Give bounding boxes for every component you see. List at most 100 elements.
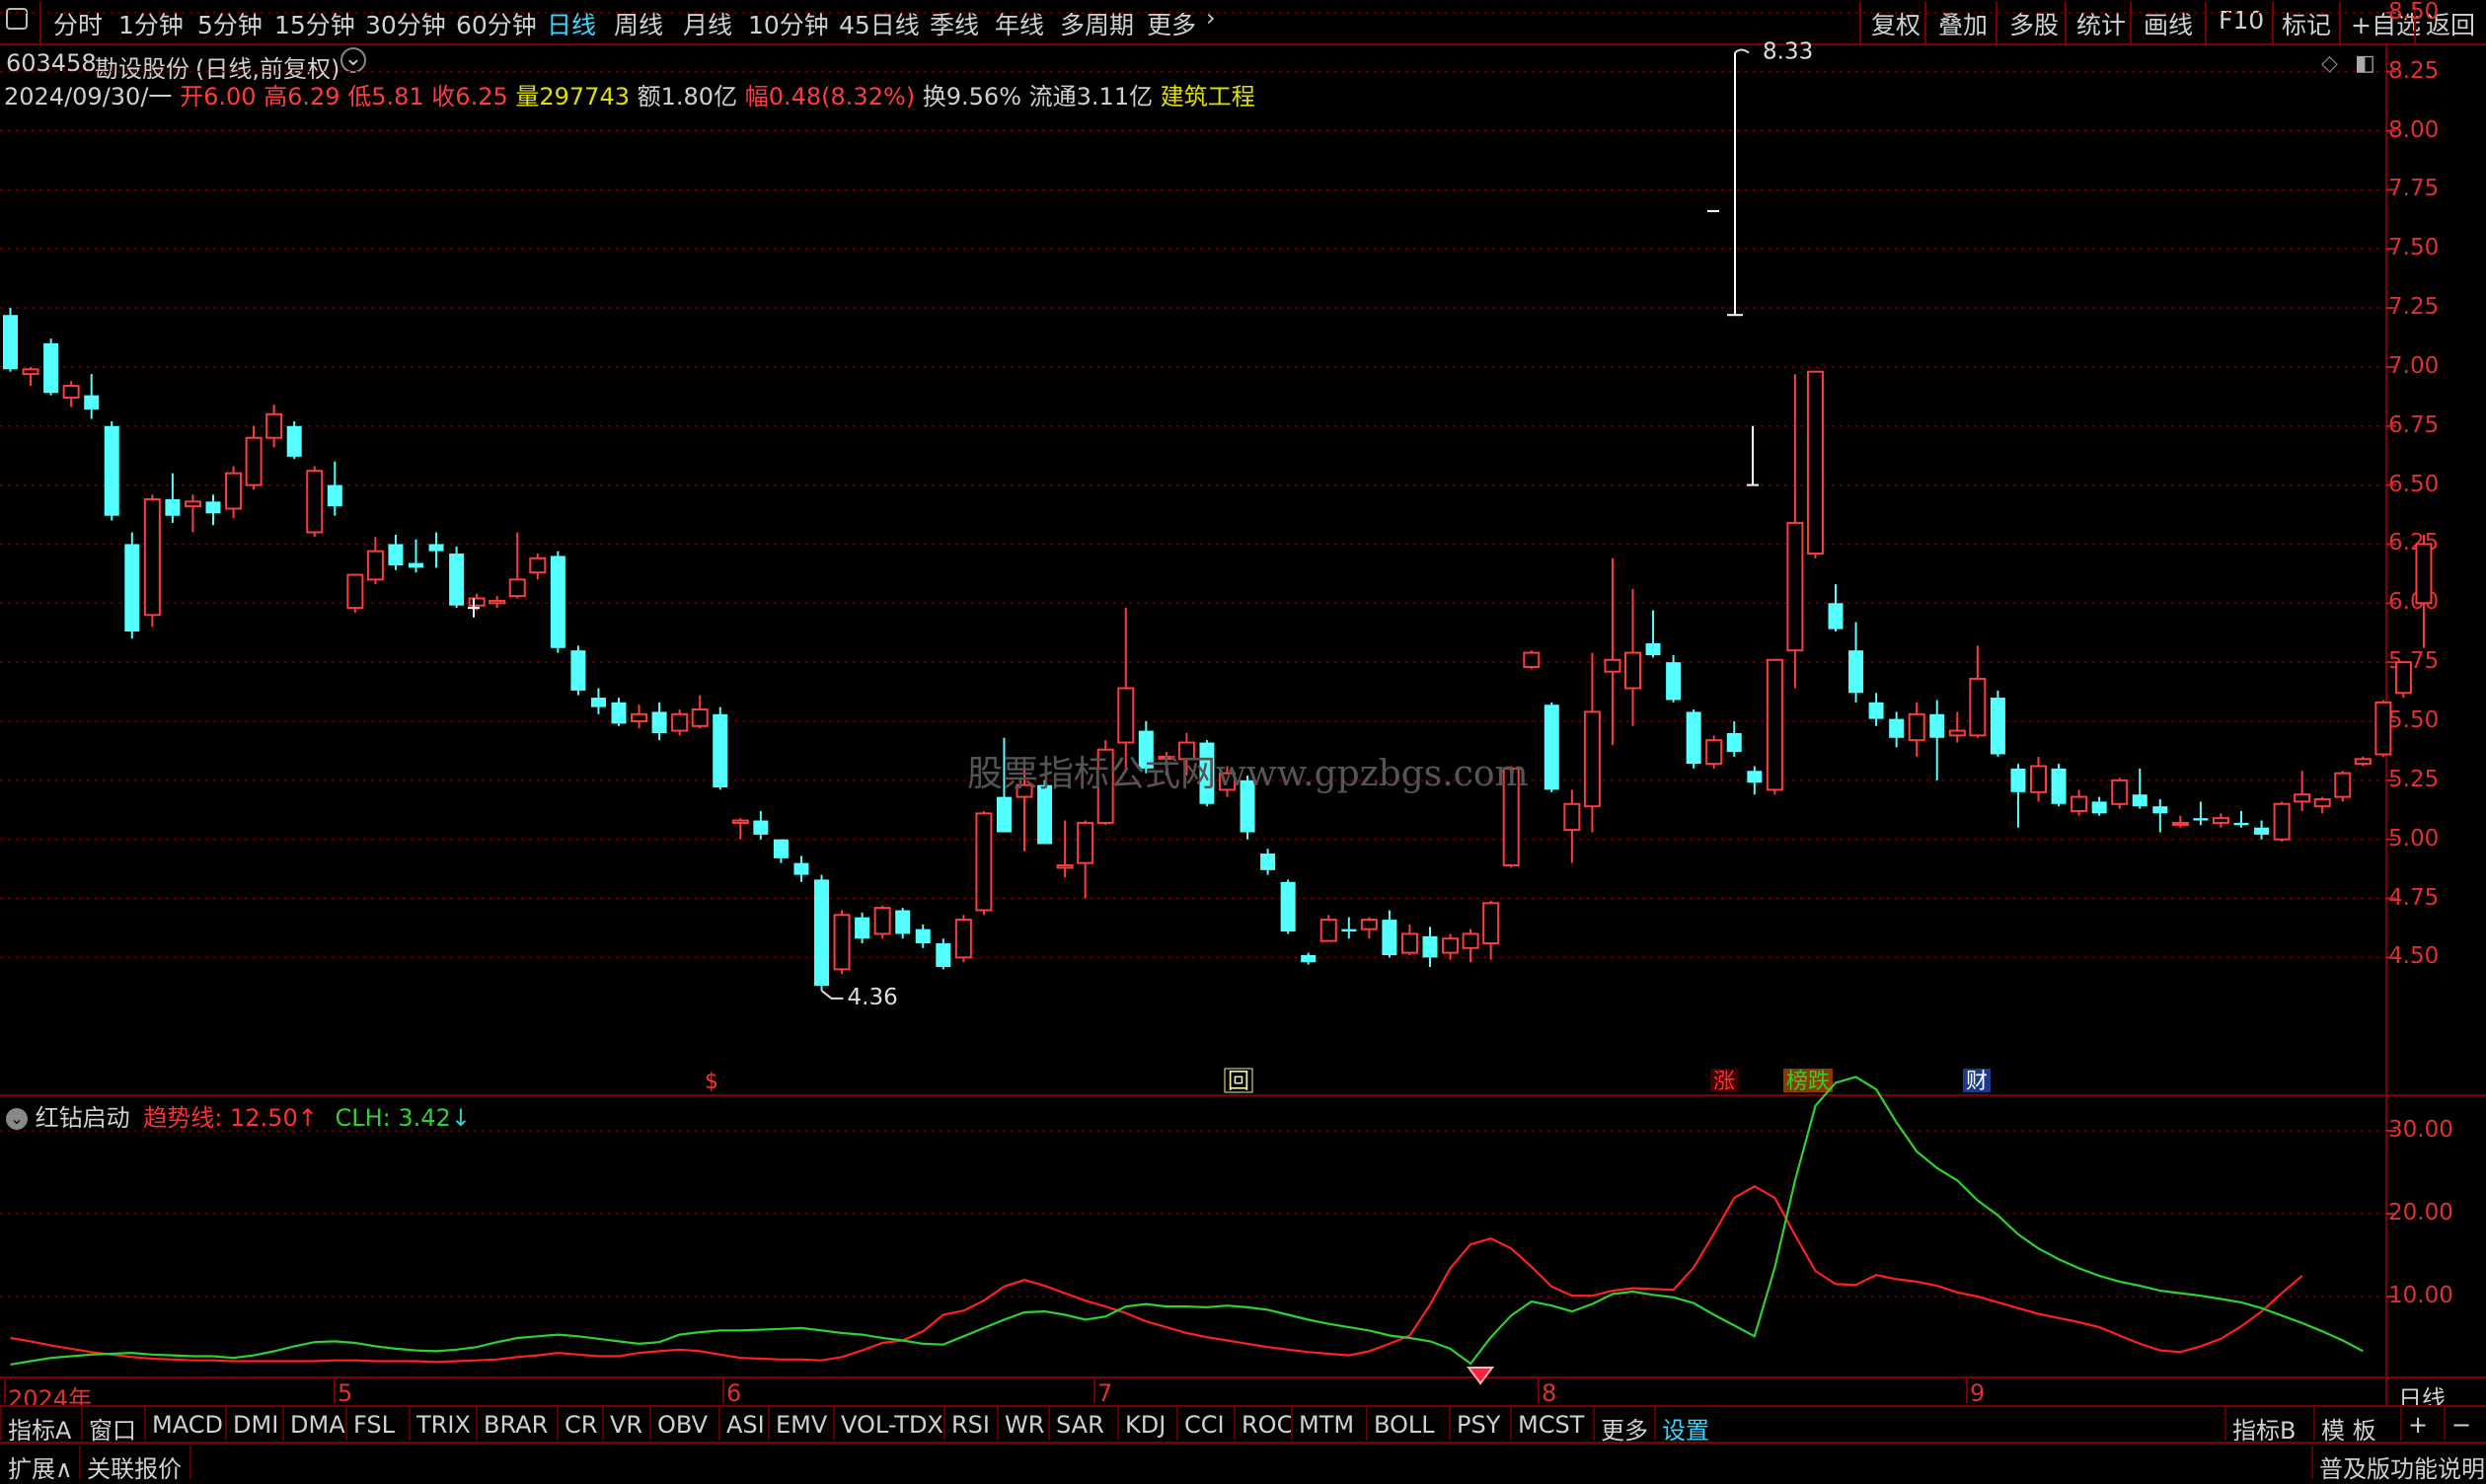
indicator-tab-1[interactable]: 窗口 xyxy=(89,1411,136,1446)
price-tick-label: 8.50 xyxy=(2388,0,2440,25)
event-marker[interactable]: 涨 xyxy=(1713,1070,1735,1094)
indicator-tab-5[interactable]: FSL xyxy=(353,1411,395,1439)
period-toolbar: 分时 1分钟 5分钟 15分钟 30分钟 60分钟 日线 周线 月线 10分钟 45日线 季线 年线 多周… xyxy=(0,0,2486,45)
candle-body xyxy=(2354,758,2372,766)
clh-label: CLH: xyxy=(335,1104,391,1132)
indicator-tab-18[interactable]: CCI xyxy=(1184,1411,1225,1439)
period-tab-10[interactable]: 45日线 xyxy=(839,6,920,41)
period-tab-1[interactable]: 1分钟 xyxy=(118,6,184,41)
toolbar-right-6[interactable]: 标记 xyxy=(2282,6,2331,41)
period-tab-6[interactable]: 日线 xyxy=(547,6,596,41)
period-tab-11[interactable]: 季线 xyxy=(930,6,979,41)
indicator-tab-7[interactable]: BRAR xyxy=(484,1411,548,1439)
toolbar-right-3[interactable]: 统计 xyxy=(2076,6,2126,41)
edition-info-link[interactable]: 普及版功能说明 xyxy=(2319,1449,2485,1484)
tab-sep xyxy=(997,1407,999,1441)
indicator-right-1[interactable]: 模 板 xyxy=(2321,1411,2376,1446)
period-tab-12[interactable]: 年线 xyxy=(995,6,1044,41)
indicator-name[interactable]: 红钻启动 xyxy=(36,1104,130,1132)
sector-link[interactable]: 建筑工程 xyxy=(1161,83,1255,111)
indicator-tab-13[interactable]: VOL-TDX xyxy=(841,1411,943,1439)
candle-body xyxy=(915,928,931,944)
mode-dropdown-icon[interactable]: ⌄ xyxy=(340,47,366,73)
tab-sep xyxy=(476,1407,478,1441)
period-tab-9[interactable]: 10分钟 xyxy=(748,6,829,41)
toolbar-right-2[interactable]: 多股 xyxy=(2009,6,2059,41)
candle-body xyxy=(793,862,809,875)
tab-sep xyxy=(943,1407,945,1441)
more-arrow-icon[interactable]: › xyxy=(1206,4,1216,32)
indicator-tab-21[interactable]: BOLL xyxy=(1374,1411,1435,1439)
indicator-tab-4[interactable]: DMA xyxy=(290,1411,345,1439)
indicator-tab-12[interactable]: EMV xyxy=(776,1411,827,1439)
indicator-tab-9[interactable]: VR xyxy=(610,1411,642,1439)
candle-body xyxy=(205,501,221,514)
indicator-tab-16[interactable]: SAR xyxy=(1056,1411,1104,1439)
indicator-tab-10[interactable]: OBV xyxy=(657,1411,708,1439)
indicator-tab-8[interactable]: CR xyxy=(565,1411,597,1439)
price-tick-label: 6.00 xyxy=(2388,589,2440,616)
indicator-tab-24[interactable]: 更多 xyxy=(1601,1411,1648,1446)
candle-body xyxy=(346,573,364,610)
related-quotes-button[interactable]: 关联报价 xyxy=(87,1449,182,1484)
price-chart[interactable]: 8.334.36$ 回涨榜跌财 xyxy=(0,0,2486,1481)
indicator-tab-2[interactable]: MACD xyxy=(152,1411,223,1439)
period-tab-3[interactable]: 15分钟 xyxy=(274,6,355,41)
period-tab-14[interactable]: 更多 xyxy=(1147,6,1196,41)
event-marker[interactable]: 财 xyxy=(1966,1070,1988,1094)
period-tab-13[interactable]: 多周期 xyxy=(1060,6,1134,41)
indicator-right-3[interactable]: − xyxy=(2451,1411,2471,1439)
window-menu-icon[interactable] xyxy=(6,8,28,30)
event-marker[interactable]: 回 xyxy=(1228,1070,1249,1094)
indicator-tab-bar: 指标A 窗口 MACD DMI DMA FSL TRIX BRAR CR VR OBV ASI EMV V… xyxy=(0,1405,2486,1445)
event-marker-bg xyxy=(1710,1069,1738,1092)
indicator-tab-3[interactable]: DMI xyxy=(233,1411,278,1439)
event-marker[interactable]: $ xyxy=(705,1070,718,1094)
period-tab-4[interactable]: 30分钟 xyxy=(365,6,446,41)
indicator-tab-0[interactable]: 指标A xyxy=(8,1411,71,1446)
candle-body xyxy=(2152,806,2168,814)
candle-body xyxy=(245,436,263,486)
period-tab-2[interactable]: 5分钟 xyxy=(197,6,263,41)
indicator-right-2[interactable]: + xyxy=(2408,1411,2428,1439)
indicator-tab-22[interactable]: PSY xyxy=(1457,1411,1500,1439)
candle-body xyxy=(265,412,283,439)
period-tab-7[interactable]: 周线 xyxy=(614,6,663,41)
candle-body xyxy=(631,712,648,722)
indicator-dropdown-icon[interactable]: ⌄ xyxy=(6,1108,28,1130)
candle-body xyxy=(1482,902,1500,945)
diamond-icon[interactable]: ◇ xyxy=(2321,51,2338,76)
candle-body xyxy=(508,578,526,598)
tab-sep xyxy=(1510,1407,1512,1441)
toolbar-right-0[interactable]: 复权 xyxy=(1871,6,1921,41)
tab-sep xyxy=(1234,1407,1236,1441)
candle-body xyxy=(814,879,829,987)
time-axis-label: 8 xyxy=(1542,1379,1557,1407)
expand-button[interactable]: 扩展∧ xyxy=(8,1449,73,1484)
panel-toggle-icon[interactable]: ◧ xyxy=(2355,51,2375,76)
candle-body xyxy=(2030,765,2047,793)
period-tab-5[interactable]: 60分钟 xyxy=(456,6,537,41)
candle-body xyxy=(225,472,243,510)
toolbar-right-1[interactable]: 叠加 xyxy=(1938,6,1988,41)
indicator-tab-17[interactable]: KDJ xyxy=(1125,1411,1166,1439)
amount-label: 额 xyxy=(637,83,661,111)
event-marker[interactable]: 榜跌 xyxy=(1786,1070,1830,1094)
candle-body xyxy=(713,713,728,788)
candle-body xyxy=(2051,768,2067,804)
indicator-tab-23[interactable]: MCST xyxy=(1518,1411,1584,1439)
period-tab-8[interactable]: 月线 xyxy=(683,6,732,41)
indicator-tab-20[interactable]: MTM xyxy=(1299,1411,1354,1439)
tab-sep xyxy=(1176,1407,1178,1441)
indicator-right-0[interactable]: 指标B xyxy=(2232,1411,2296,1446)
event-marker-bg xyxy=(1783,1069,1833,1092)
indicator-tab-15[interactable]: WR xyxy=(1005,1411,1044,1439)
indicator-tab-19[interactable]: ROC xyxy=(1242,1411,1293,1439)
indicator-tab-6[interactable]: TRIX xyxy=(416,1411,471,1439)
indicator-tab-11[interactable]: ASI xyxy=(726,1411,765,1439)
indicator-tab-25[interactable]: 设置 xyxy=(1662,1411,1709,1446)
toolbar-right-5[interactable]: F10 xyxy=(2219,6,2264,35)
toolbar-right-4[interactable]: 画线 xyxy=(2144,6,2193,41)
indicator-tab-14[interactable]: RSI xyxy=(951,1411,990,1439)
period-tab-0[interactable]: 分时 xyxy=(53,6,103,41)
